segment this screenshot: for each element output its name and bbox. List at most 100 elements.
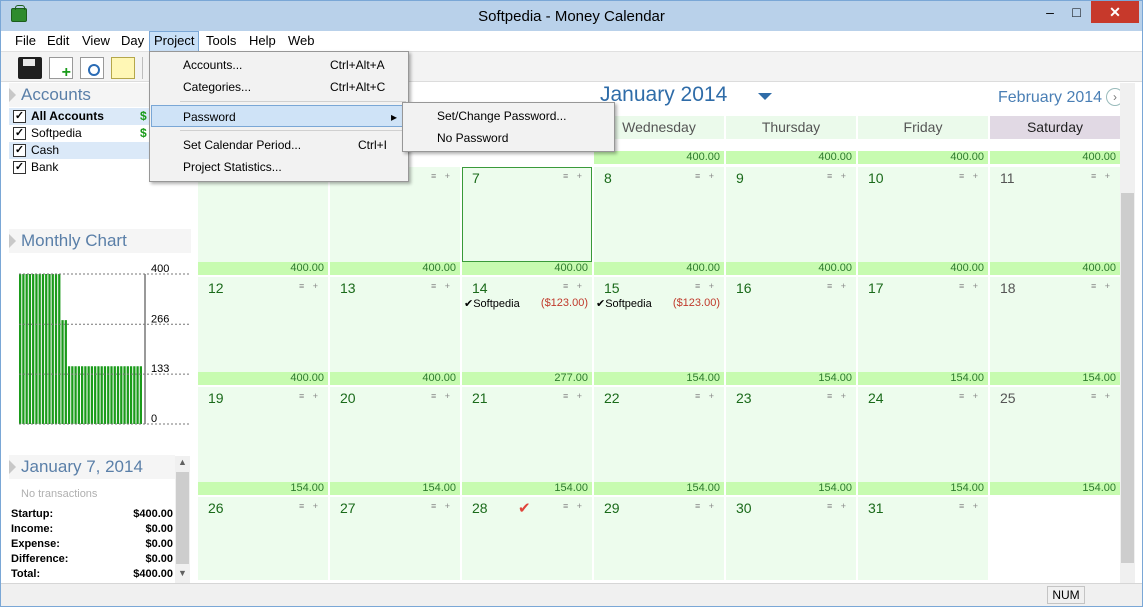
detail-startup: Startup: $400.00 [11, 508, 173, 523]
day-cell[interactable]: 14 ≡ + ✔Softpedia ($123.00) [462, 277, 592, 372]
chevron-down-icon[interactable] [758, 93, 772, 100]
menu-project[interactable]: Project [149, 31, 200, 52]
menu-item-password[interactable]: Password ▸ [151, 105, 407, 127]
minimize-button[interactable]: – [1037, 1, 1063, 23]
day-cell[interactable]: 9 ≡ + [726, 167, 856, 262]
add-transaction-icon[interactable] [49, 57, 73, 82]
menu-day[interactable]: Day [117, 31, 148, 52]
monthly-chart-header[interactable]: Monthly Chart [9, 229, 191, 253]
day-actions-icon[interactable]: ≡ + [431, 171, 453, 181]
day-actions-icon[interactable]: ≡ + [431, 501, 453, 511]
day-actions-icon[interactable]: ≡ + [563, 501, 585, 511]
day-actions-icon[interactable]: ≡ + [431, 281, 453, 291]
day-actions-icon[interactable]: ≡ + [695, 171, 717, 181]
find-icon[interactable] [80, 57, 104, 79]
notes-icon[interactable] [111, 57, 135, 79]
menu-view[interactable]: View [78, 31, 114, 52]
menu-item-label: Set Calendar Period... [183, 138, 302, 152]
month-title[interactable]: January 2014 [600, 83, 727, 107]
day-number: 12 [208, 280, 224, 296]
checkbox-icon[interactable]: ✓ [13, 127, 26, 140]
detail-scrollbar[interactable]: ▲ ▼ [175, 456, 190, 583]
day-cell[interactable]: 10 ≡ + [858, 167, 988, 262]
day-actions-icon[interactable]: ≡ + [431, 391, 453, 401]
day-actions-icon[interactable]: ≡ + [827, 281, 849, 291]
day-actions-icon[interactable]: ≡ + [695, 501, 717, 511]
menu-item-project-statistics[interactable]: Project Statistics... [151, 156, 407, 178]
day-balance: 154.00 [330, 482, 460, 495]
day-cell[interactable]: 22 ≡ + [594, 387, 724, 482]
day-cell[interactable]: 8 ≡ + [594, 167, 724, 262]
save-icon[interactable] [18, 57, 42, 79]
menu-item-no-password[interactable]: No Password [404, 127, 613, 149]
menu-item-set-change-password[interactable]: Set/Change Password... [404, 105, 613, 127]
day-actions-icon[interactable]: ≡ + [1091, 281, 1113, 291]
day-number: 17 [868, 280, 884, 296]
day-actions-icon[interactable]: ≡ + [695, 281, 717, 291]
day-cell[interactable]: 16 ≡ + [726, 277, 856, 372]
checkbox-icon[interactable]: ✓ [13, 161, 26, 174]
next-month-link[interactable]: February 2014 [998, 89, 1102, 107]
scroll-down-icon[interactable]: ▼ [175, 568, 190, 578]
day-cell[interactable]: 20 ≡ + [330, 387, 460, 482]
day-cell[interactable]: 21 ≡ + [462, 387, 592, 482]
day-number: 30 [736, 500, 752, 516]
day-cell[interactable]: 12 ≡ + [198, 277, 328, 372]
day-cell[interactable]: 15 ≡ + ✔Softpedia ($123.00) [594, 277, 724, 372]
day-detail-header[interactable]: January 7, 2014 [9, 455, 175, 479]
day-actions-icon[interactable]: ≡ + [959, 391, 981, 401]
day-actions-icon[interactable]: ≡ + [959, 501, 981, 511]
calendar-scrollbar[interactable] [1120, 83, 1135, 583]
day-cell[interactable]: 11 ≡ + [990, 167, 1120, 262]
day-cell[interactable]: 25 ≡ + [990, 387, 1120, 482]
account-label: Softpedia [31, 126, 82, 140]
menu-file[interactable]: File [11, 31, 40, 52]
day-cell[interactable]: 7 ≡ + [462, 167, 592, 262]
day-cell[interactable]: 26 ≡ + [198, 497, 328, 580]
day-number: 31 [868, 500, 884, 516]
day-cell[interactable]: 13 ≡ + [330, 277, 460, 372]
day-cell[interactable]: 30 ≡ + [726, 497, 856, 580]
scroll-thumb[interactable] [176, 472, 189, 564]
day-actions-icon[interactable]: ≡ + [299, 501, 321, 511]
menu-item-set-calendar-period[interactable]: Set Calendar Period... Ctrl+I [151, 134, 407, 156]
day-actions-icon[interactable]: ≡ + [827, 501, 849, 511]
day-cell[interactable]: 23 ≡ + [726, 387, 856, 482]
scroll-thumb[interactable] [1121, 193, 1134, 563]
menu-item-shortcut: Ctrl+Alt+C [330, 80, 386, 94]
day-actions-icon[interactable]: ≡ + [1091, 391, 1113, 401]
day-cell[interactable]: 17 ≡ + [858, 277, 988, 372]
menu-help[interactable]: Help [245, 31, 280, 52]
menu-item-accounts[interactable]: Accounts... Ctrl+Alt+A [151, 54, 407, 76]
day-cell[interactable]: 27 ≡ + [330, 497, 460, 580]
checkbox-icon[interactable]: ✓ [13, 110, 26, 123]
detail-value: $0.00 [145, 553, 173, 565]
maximize-button[interactable]: □ [1063, 1, 1090, 23]
menu-item-categories[interactable]: Categories... Ctrl+Alt+C [151, 76, 407, 98]
day-actions-icon[interactable]: ≡ + [827, 391, 849, 401]
menu-edit[interactable]: Edit [43, 31, 73, 52]
day-actions-icon[interactable]: ≡ + [563, 281, 585, 291]
day-actions-icon[interactable]: ≡ + [827, 171, 849, 181]
day-actions-icon[interactable]: ≡ + [299, 391, 321, 401]
day-cell[interactable] [990, 497, 1120, 580]
day-actions-icon[interactable]: ≡ + [959, 281, 981, 291]
day-actions-icon[interactable]: ≡ + [299, 281, 321, 291]
checkbox-icon[interactable]: ✓ [13, 144, 26, 157]
day-cell[interactable]: 31 ≡ + [858, 497, 988, 580]
day-cell[interactable]: 28 ≡ + ✔ [462, 497, 592, 580]
scroll-up-icon[interactable]: ▲ [175, 457, 190, 467]
day-actions-icon[interactable]: ≡ + [563, 171, 585, 181]
day-cell[interactable]: 24 ≡ + [858, 387, 988, 482]
close-button[interactable]: ✕ [1091, 1, 1139, 23]
day-cell[interactable]: 19 ≡ + [198, 387, 328, 482]
day-actions-icon[interactable]: ≡ + [1091, 171, 1113, 181]
menu-item-label: Set/Change Password... [437, 109, 567, 123]
day-actions-icon[interactable]: ≡ + [695, 391, 717, 401]
day-actions-icon[interactable]: ≡ + [959, 171, 981, 181]
menu-tools[interactable]: Tools [202, 31, 240, 52]
day-cell[interactable]: 18 ≡ + [990, 277, 1120, 372]
day-actions-icon[interactable]: ≡ + [563, 391, 585, 401]
day-cell[interactable]: 29 ≡ + [594, 497, 724, 580]
menu-web[interactable]: Web [284, 31, 319, 52]
